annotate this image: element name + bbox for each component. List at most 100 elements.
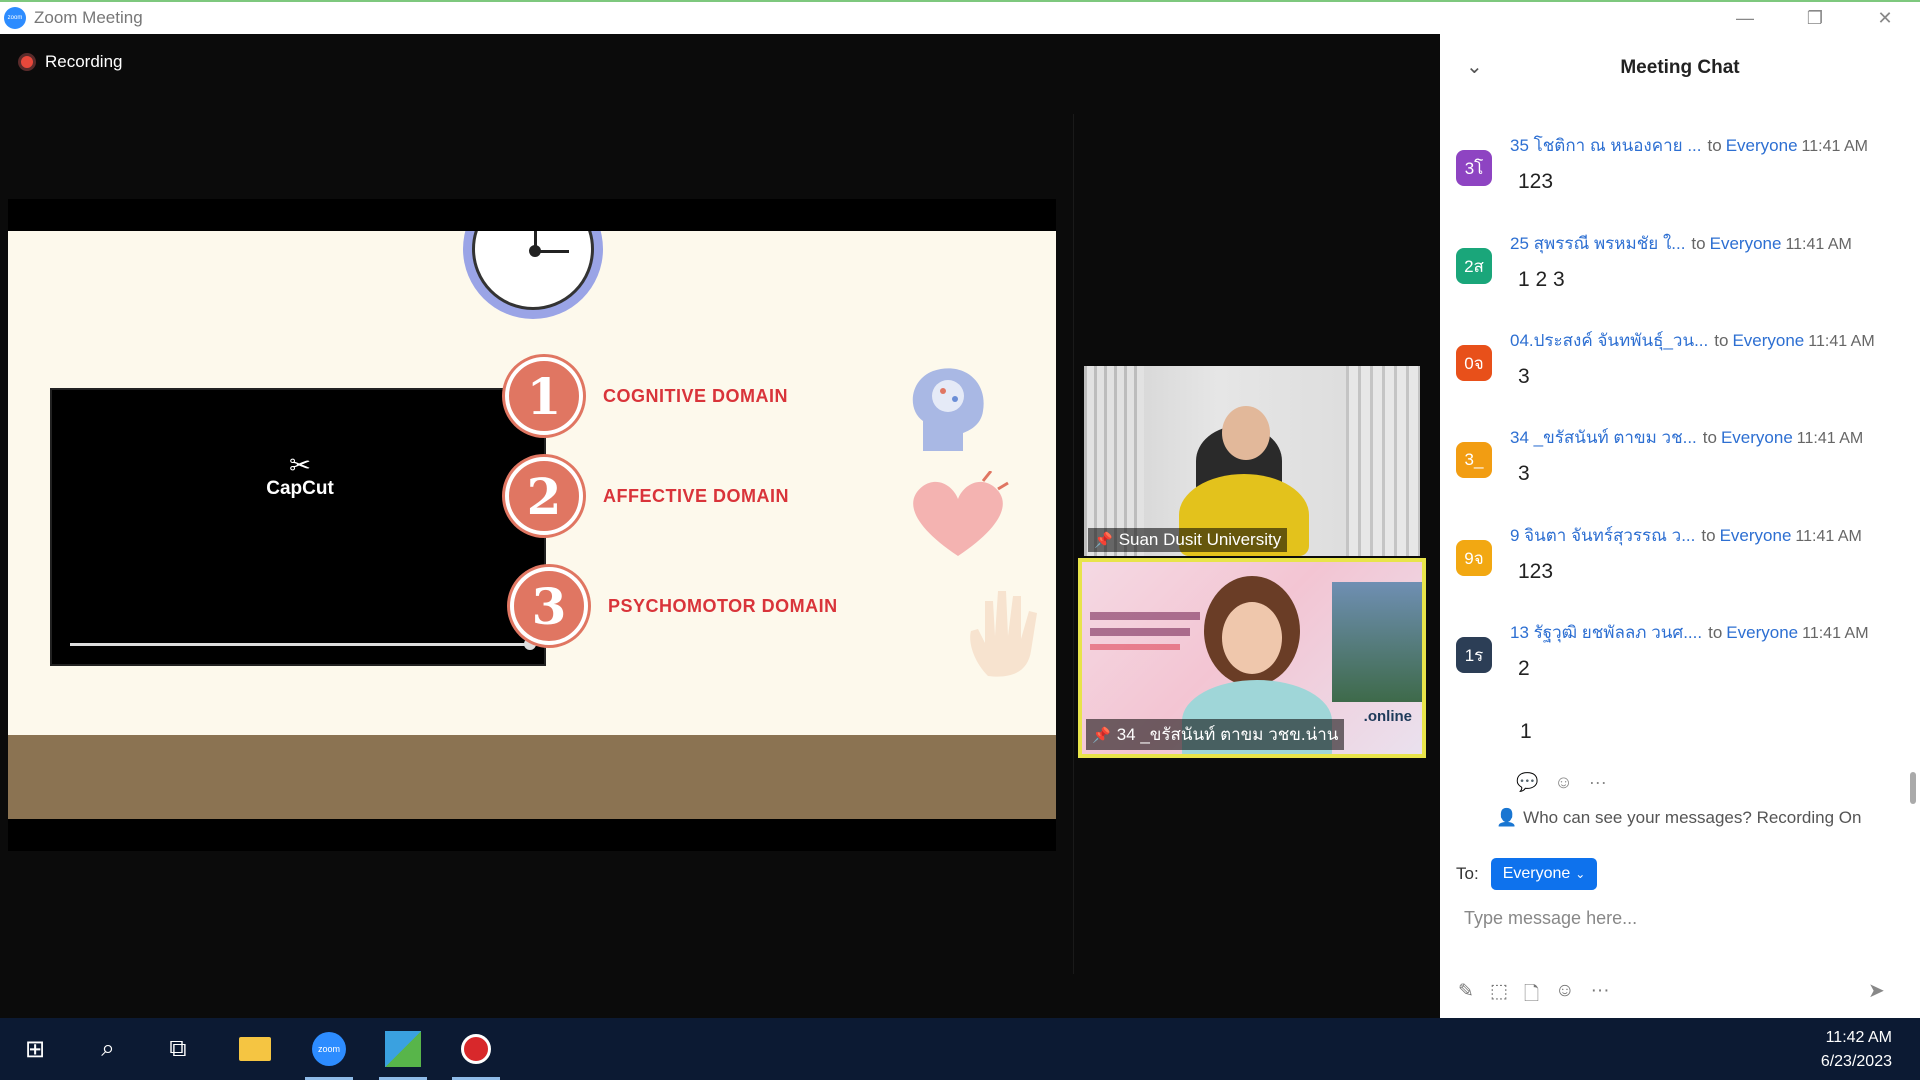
recorder-app-icon [461,1034,491,1064]
chat-message[interactable]: 1ร 13 รัฐวุฒิ ยชพัลลภ วนศ.... to Everyone 1… [1456,619,1906,709]
emoji-icon[interactable]: ☺ [1555,980,1574,1012]
message-text: 1 2 3 [1518,268,1565,291]
capcut-logo: ✂ CapCut [252,452,348,500]
send-icon[interactable]: ➤ [1868,978,1885,1003]
windows-icon: ⊞ [24,1035,46,1063]
domain-number: 2 [505,457,583,535]
avatar: 9จ [1456,540,1492,576]
message-time: 11:41 AM [1795,528,1862,545]
chat-message[interactable]: 2ส 25 สุพรรณี พรหมชัย ใ... to Everyone 11:4… [1456,230,1906,320]
domain-item-affective: 2 AFFECTIVE DOMAIN [505,457,789,535]
chat-scrollbar[interactable] [1910,772,1916,804]
to-word: to [1702,428,1717,447]
format-text-icon[interactable]: ✎ [1458,980,1474,1012]
chat-message[interactable]: 3โ 35 โชติกา ณ หนองคาย ... to Everyone 11:4… [1456,132,1906,222]
meeting-area: Recording ✂ CapCut ♪ [0,34,1440,1018]
message-visibility-info[interactable]: 👤 Who can see your messages? Recording O… [1496,808,1861,828]
minimize-button[interactable]: — [1710,2,1780,34]
clock-time: 11:42 AM [1825,1029,1892,1046]
sender-name[interactable]: 13 รัฐวุฒิ ยชพัลลภ วนศ.... [1510,623,1702,642]
to-word: to [1708,623,1723,642]
message-text[interactable]: 1 [1520,720,1532,744]
message-meta: 25 สุพรรณี พรหมชัย ใ... to Everyone 11:41 A… [1510,230,1852,257]
avatar: 3_ [1456,442,1492,478]
reply-icon[interactable]: 💬 [1516,772,1538,793]
domain-label: PSYCHOMOTOR DOMAIN [608,595,838,616]
recorder-taskbar-button[interactable] [446,1018,506,1080]
message-time: 11:41 AM [1801,138,1868,155]
recipient-name: Everyone [1732,331,1805,350]
recipient-value: Everyone [1502,865,1571,882]
sender-name[interactable]: 9 จินตา จันทร์สุวรรณ ว... [1510,526,1695,545]
zoom-taskbar-button[interactable]: zoom [299,1018,359,1080]
to-word: to [1707,136,1722,155]
capcut-icon: ✂ [289,450,311,480]
window-controls: — ❐ ✕ [1710,2,1920,34]
chevron-down-icon[interactable]: ⌄ [1466,54,1483,79]
sender-name[interactable]: 34 _ขรัสนันท์ ตาขม วช... [1510,428,1697,447]
zoom-logo-icon: zoom [4,7,26,29]
participant-name-tag: 📌 Suan Dusit University [1088,528,1288,552]
message-input[interactable] [1464,902,1894,934]
message-meta: 9 จินตา จันทร์สุวรรณ ว... to Everyone 11:41… [1510,522,1862,549]
add-reaction-icon[interactable]: ☺ [1554,772,1572,793]
message-text: 3 [1518,462,1530,485]
embedded-video[interactable]: ✂ CapCut ♪ [50,388,546,666]
chat-header: ⌄ Meeting Chat [1440,34,1920,102]
recipient-name: Everyone [1726,623,1799,642]
sender-name[interactable]: 35 โชติกา ณ หนองคาย ... [1510,136,1702,155]
system-clock[interactable]: 11:42 AM 6/23/2023 [1821,1026,1892,1074]
avatar: 0จ [1456,345,1492,381]
more-tools-icon[interactable]: ··· [1591,980,1610,1012]
recording-indicator[interactable]: Recording [18,52,123,72]
app-icon [385,1031,421,1067]
chevron-down-icon: ⌄ [1575,867,1586,881]
domain-number: 3 [510,567,588,645]
pin-icon: 📌 [1094,532,1113,549]
domain-label: AFFECTIVE DOMAIN [603,485,789,506]
participant-tile-active-speaker[interactable]: .online 📌 34 _ขรัสนันท์ ตาขม วชข.น่าน [1078,558,1426,758]
participant-name: 34 _ขรัสนันท์ ตาขม วชข.น่าน [1116,725,1339,744]
to-label: To: [1456,864,1479,883]
start-button[interactable]: ⊞ [5,1018,65,1080]
restore-button[interactable]: ❐ [1780,2,1850,34]
close-button[interactable]: ✕ [1850,2,1920,34]
window-title: Zoom Meeting [34,8,143,27]
search-button[interactable]: ⌕ [78,1018,138,1080]
chat-title: Meeting Chat [1620,57,1740,78]
file-explorer-button[interactable] [225,1018,285,1080]
message-text: 123 [1518,560,1554,583]
banner-tag: .online [1363,708,1412,725]
participant-name-tag: 📌 34 _ขรัสนันท์ ตาขม วชข.น่าน [1086,719,1345,750]
task-view-button[interactable]: ⧉ [148,1018,208,1080]
recipient-name: Everyone [1720,428,1793,447]
message-time: 11:41 AM [1808,333,1875,350]
avatar: 3โ [1456,150,1492,186]
gallery-divider [1073,114,1074,974]
message-time: 11:41 AM [1796,430,1864,447]
sender-name[interactable]: 25 สุพรรณี พรหมชัย ใ... [1510,234,1685,253]
message-time: 11:41 AM [1785,236,1852,253]
sender-name[interactable]: 04.ประสงค์ จันทพันธุ์_วน... [1510,331,1708,350]
hand-icon [970,591,1037,677]
avatar: 2ส [1456,248,1492,284]
recipient-dropdown[interactable]: Everyone ⌄ [1490,858,1598,890]
chat-message[interactable]: 0จ 04.ประสงค์ จันทพันธุ์_วน... to Everyone… [1456,327,1906,417]
chat-message[interactable]: 9จ 9 จินตา จันทร์สุวรรณ ว... to Everyone 11… [1456,522,1906,612]
to-word: to [1691,234,1706,253]
recipient-name: Everyone [1719,526,1792,545]
participant-tile-suan-dusit[interactable]: 📌 Suan Dusit University [1084,366,1420,556]
more-options-icon[interactable]: ··· [1589,772,1607,793]
video-progress-bar[interactable] [70,638,538,650]
avatar: 1ร [1456,637,1492,673]
shared-screen[interactable]: ✂ CapCut ♪ 1 COGNITIVE DOMAIN 2 AFFECTIV… [8,199,1056,851]
title-bar: zoom Zoom Meeting — ❐ ✕ [0,0,1920,34]
chat-message[interactable]: 3_ 34 _ขรัสนันท์ ตาขม วช... to Everyone 11:… [1456,424,1906,514]
domain-label: COGNITIVE DOMAIN [603,385,789,406]
domain-item-cognitive: 1 COGNITIVE DOMAIN [505,357,788,435]
app-taskbar-button[interactable] [373,1018,433,1080]
screenshot-icon[interactable]: ⬚ [1490,980,1508,1012]
zoom-app-icon: zoom [312,1032,346,1066]
taskbar: ⊞ ⌕ ⧉ zoom 11:42 AM 6/23/2023 [0,1018,1920,1080]
file-icon[interactable]: 🗋 [1524,980,1539,1012]
